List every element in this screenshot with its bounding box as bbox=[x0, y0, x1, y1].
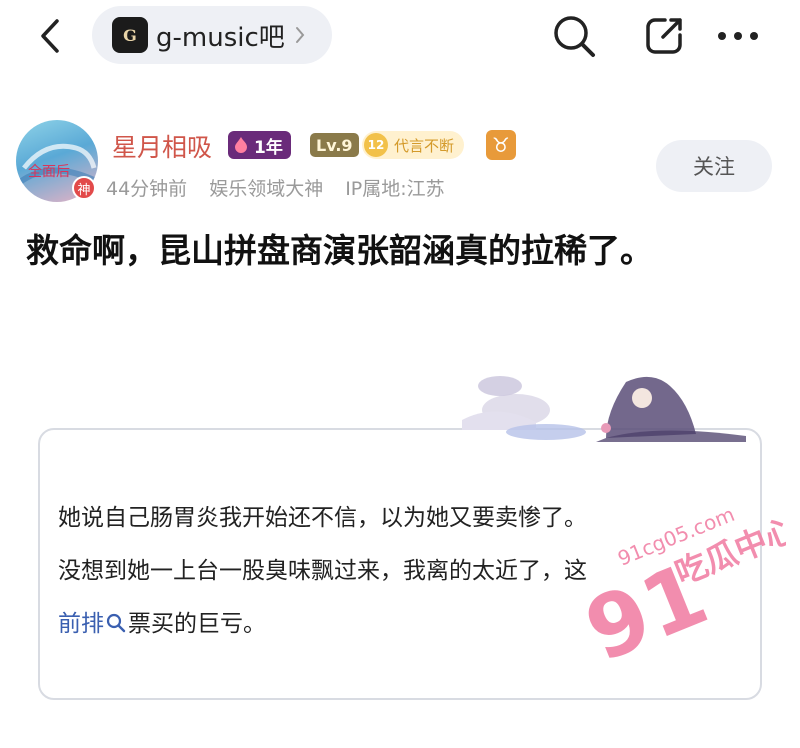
post-meta: 44分钟前 娱乐领域大神 IP属地:江苏 bbox=[106, 174, 467, 201]
share-button[interactable] bbox=[640, 12, 688, 60]
search-button[interactable] bbox=[550, 12, 598, 60]
forum-name: g-music吧 bbox=[156, 22, 285, 53]
quote-line-3-text: 票买的巨亏。 bbox=[128, 611, 266, 637]
share-icon bbox=[646, 18, 682, 54]
daiyan-level: 12 bbox=[364, 133, 388, 157]
post-title: 救命啊，昆山拼盘商演张韶涵真的拉稀了。 bbox=[26, 231, 653, 270]
inline-search-link[interactable]: 前排 bbox=[58, 611, 104, 637]
chevron-right-icon bbox=[295, 26, 305, 44]
card-illustration bbox=[462, 376, 746, 442]
search-icon bbox=[554, 16, 595, 57]
more-button[interactable] bbox=[714, 12, 762, 60]
daiyan-badge: 12 代言不断 bbox=[362, 131, 465, 159]
search-icon bbox=[106, 613, 126, 633]
year-badge-label: 1年 bbox=[254, 137, 283, 158]
forum-logo: G bbox=[112, 17, 148, 53]
flame-icon bbox=[235, 137, 247, 153]
back-button[interactable] bbox=[30, 14, 70, 58]
ip-location: IP属地:江苏 bbox=[345, 178, 445, 200]
member-year-badge: 1年 bbox=[228, 131, 291, 159]
forum-link[interactable]: G g-music吧 bbox=[92, 6, 332, 64]
avatar-badge: 神 bbox=[72, 176, 96, 200]
zodiac-badge: ♉ bbox=[486, 130, 516, 160]
svg-text:全面后: 全面后 bbox=[28, 163, 70, 180]
more-icon bbox=[718, 32, 758, 40]
watermark-logo: 91 91cg05.com 吃瓜中心 bbox=[572, 502, 786, 668]
back-icon bbox=[41, 19, 59, 53]
follow-button[interactable]: 关注 bbox=[656, 140, 772, 192]
author-name[interactable]: 星月相吸 bbox=[112, 128, 212, 164]
author-title: 娱乐领域大神 bbox=[209, 178, 324, 200]
level-badge: Lv.9 bbox=[310, 133, 359, 157]
daiyan-label: 代言不断 bbox=[394, 136, 455, 155]
post-time: 44分钟前 bbox=[106, 178, 188, 200]
